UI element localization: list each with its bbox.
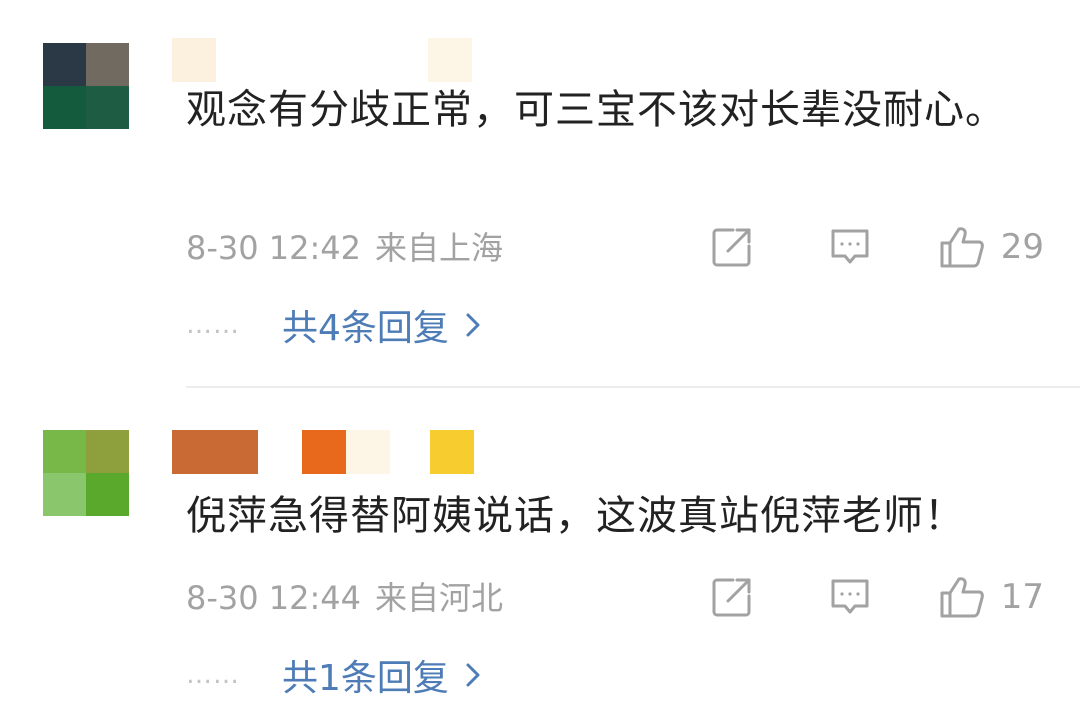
replies-label: 共4条回复	[282, 308, 449, 349]
comment-text: 倪萍急得替阿姨说话，这波真站倪萍老师！	[186, 493, 965, 539]
thumbs-up-icon	[940, 227, 984, 268]
like-button[interactable]: 17	[939, 575, 1044, 619]
thumbs-up-icon	[940, 577, 984, 618]
like-count: 17	[1000, 577, 1044, 617]
avatar-tile	[43, 86, 86, 129]
comment-meta: 8-30 12:42 来自上海	[186, 228, 503, 268]
avatar-tile	[86, 43, 129, 86]
comment-meta: 8-30 12:44 来自河北	[186, 578, 503, 618]
comment-button[interactable]	[829, 577, 871, 617]
replies-dots: ……	[186, 310, 240, 340]
comment-actions: 17	[711, 572, 1044, 622]
chevron-right-icon	[466, 663, 480, 687]
comment-location: 来自上海	[375, 229, 504, 267]
share-button[interactable]	[711, 226, 753, 268]
comment-icon	[831, 229, 869, 264]
avatar-tile	[86, 430, 129, 473]
comment-date: 8-30 12:42	[186, 229, 362, 267]
username-blurred[interactable]	[172, 430, 474, 474]
replies-row: …… 共4条回复	[186, 299, 481, 351]
like-button[interactable]: 29	[939, 225, 1044, 269]
share-button[interactable]	[711, 576, 753, 618]
username-blurred[interactable]	[172, 38, 472, 82]
view-replies-link[interactable]: 共4条回复	[282, 299, 481, 351]
avatar-tile	[43, 430, 86, 473]
avatar[interactable]	[43, 43, 129, 129]
comment-button[interactable]	[829, 227, 871, 267]
replies-row: …… 共1条回复	[186, 649, 481, 701]
comment-icon	[831, 579, 869, 614]
share-icon	[712, 228, 751, 267]
like-count: 29	[1000, 227, 1044, 267]
avatar-tile	[86, 86, 129, 129]
replies-label: 共1条回复	[282, 658, 449, 699]
avatar-tile	[43, 43, 86, 86]
share-icon	[712, 578, 751, 617]
comment-item: 观念有分歧正常，可三宝不该对长辈没耐心。 8-30 12:42 来自上海 29 …	[0, 0, 1080, 388]
comment-actions: 29	[711, 222, 1044, 272]
replies-dots: ……	[186, 660, 240, 690]
comment-date: 8-30 12:44	[186, 579, 362, 617]
avatar[interactable]	[43, 430, 129, 516]
avatar-tile	[43, 473, 86, 516]
view-replies-link[interactable]: 共1条回复	[282, 649, 481, 701]
comment-list: 观念有分歧正常，可三宝不该对长辈没耐心。 8-30 12:42 来自上海 29 …	[0, 0, 1080, 720]
avatar-tile	[86, 473, 129, 516]
comment-text: 观念有分歧正常，可三宝不该对长辈没耐心。	[186, 87, 1006, 133]
chevron-right-icon	[466, 313, 480, 337]
comment-location: 来自河北	[375, 579, 504, 617]
comment-item: 倪萍急得替阿姨说话，这波真站倪萍老师！ 8-30 12:44 来自河北 17 ……	[0, 388, 1080, 720]
